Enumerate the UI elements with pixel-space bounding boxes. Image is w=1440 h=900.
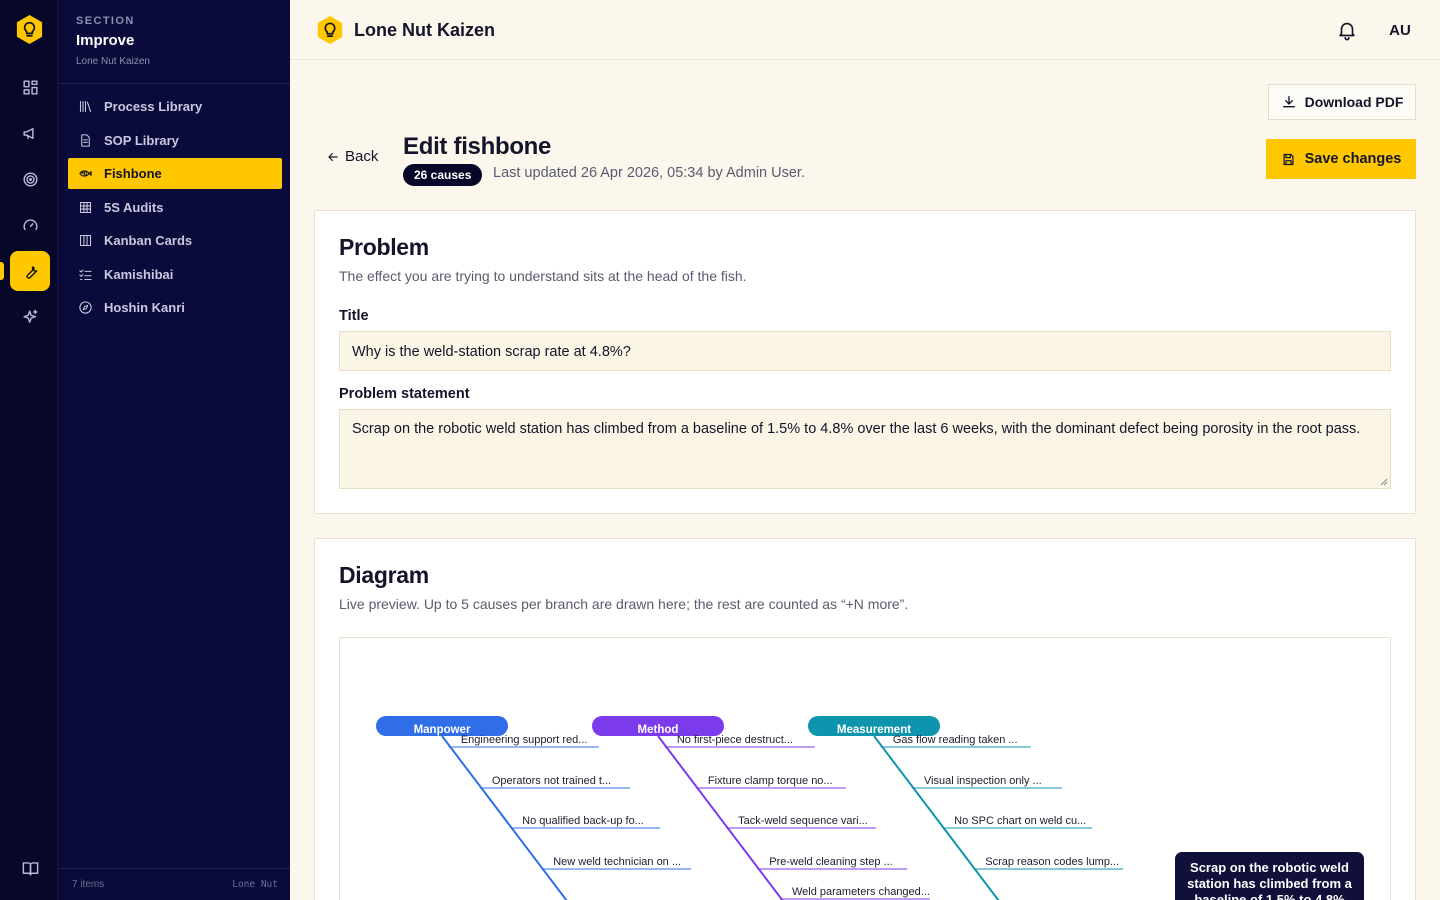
lightbulb-logo[interactable] (14, 14, 45, 45)
sidebar-item-label: 5S Audits (104, 199, 164, 215)
sidebar-item-process-library[interactable]: Process Library (68, 91, 282, 122)
back-button[interactable]: Back (326, 148, 378, 165)
sidebar-item-kamishibai[interactable]: Kamishibai (68, 259, 282, 290)
last-updated-text: Last updated 26 Apr 2026, 05:34 by Admin… (493, 165, 805, 181)
sidebar-footer: 7 items Lone Nut (58, 868, 290, 900)
branch-label-method: Method (638, 724, 679, 736)
cause-text: Pre-weld cleaning step ... (769, 856, 893, 868)
download-pdf-button[interactable]: Download PDF (1268, 84, 1416, 120)
table-icon (79, 201, 92, 213)
diagram-card: Diagram Live preview. Up to 5 causes per… (314, 538, 1416, 900)
grid-icon[interactable] (10, 67, 50, 107)
active-marker (0, 262, 4, 280)
save-changes-button[interactable]: Save changes (1266, 139, 1416, 179)
sidebar-nav: Process Library SOP Library Fishbone 5S … (58, 84, 290, 323)
problem-statement-textarea[interactable]: Scrap on the robotic weld station has cl… (339, 409, 1391, 489)
avatar[interactable]: AU (1380, 15, 1420, 45)
problem-statement-label: Problem statement (339, 386, 470, 402)
cause-text: Fixture clamp torque no... (708, 775, 833, 787)
wrench-icon[interactable] (10, 251, 50, 291)
sidebar-item-label: Kamishibai (104, 266, 174, 282)
lightbulb-logo[interactable] (315, 15, 345, 45)
sidebar-item-kanban-cards[interactable]: Kanban Cards (68, 225, 282, 256)
problem-card: Problem The effect you are trying to und… (314, 210, 1416, 514)
sidebar-item-fishbone[interactable]: Fishbone (68, 158, 282, 189)
cause-text: Gas flow reading taken ... (893, 734, 1018, 746)
cause-text: Engineering support red... (461, 734, 588, 746)
cause-text: Operators not trained t... (492, 775, 611, 787)
columns-icon (79, 234, 92, 247)
diagram-heading: Diagram (339, 562, 429, 588)
fishbone-diagram: Manpower Engineering support red... Operat… (339, 637, 1391, 900)
sidebar-item-sop-library[interactable]: SOP Library (68, 125, 282, 156)
cause-text: Visual inspection only ... (924, 775, 1042, 787)
fish-icon (79, 170, 92, 177)
section-title: Improve (76, 32, 135, 49)
arrow-left-icon (328, 152, 338, 161)
section-label: SECTION (76, 15, 135, 27)
problem-heading: Problem (339, 234, 429, 260)
save-icon (1283, 153, 1294, 165)
section-subtitle: Lone Nut Kaizen (76, 56, 150, 67)
cause-text: New weld technician on ... (553, 856, 681, 868)
title-label: Title (339, 308, 369, 324)
back-label: Back (345, 148, 379, 165)
gauge-icon[interactable] (10, 205, 50, 245)
page-title: Edit fishbone (403, 133, 552, 160)
icon-rail (0, 0, 58, 900)
megaphone-icon[interactable] (10, 113, 50, 153)
sidebar-item-label: Fishbone (104, 166, 162, 181)
cause-text: No first-piece destruct... (677, 734, 793, 746)
top-bar: Lone Nut Kaizen AU (290, 0, 1440, 60)
footer-brand: Lone Nut (232, 879, 278, 890)
sidebar-item-label: Process Library (104, 99, 203, 114)
library-icon (79, 100, 92, 113)
resize-handle-icon[interactable] (1380, 478, 1388, 486)
cause-text: Weld parameters changed... (792, 886, 930, 898)
brand-name[interactable]: Lone Nut Kaizen (354, 20, 495, 41)
sidebar-item-label: SOP Library (104, 132, 179, 148)
sidebar-item-label: Hoshin Kanri (104, 300, 185, 315)
sparkles-icon[interactable] (10, 297, 50, 337)
download-pdf-label: Download PDF (1304, 94, 1404, 110)
cause-text: No SPC chart on weld cu... (954, 815, 1086, 827)
checklist-icon (79, 269, 92, 280)
compass-icon (79, 301, 92, 314)
download-icon (1282, 96, 1295, 108)
document-icon (81, 133, 90, 147)
problem-description: The effect you are trying to understand … (339, 268, 747, 284)
bell-icon[interactable] (1336, 19, 1358, 41)
sidebar-item-label: Kanban Cards (104, 233, 193, 248)
sidebar-item-hoshin-kanri[interactable]: Hoshin Kanri (68, 292, 282, 323)
problem-statement-text: Scrap on the robotic weld station has cl… (352, 421, 1361, 437)
sidebar-header: SECTION Improve Lone Nut Kaizen (58, 0, 290, 84)
cause-text: Tack-weld sequence vari... (738, 815, 868, 827)
diagram-description: Live preview. Up to 5 causes per branch … (339, 596, 909, 612)
item-count: 7 items (72, 879, 105, 890)
title-input[interactable]: Why is the weld-station scrap rate at 4.… (339, 331, 1391, 371)
cause-text: Scrap reason codes lump... (985, 856, 1119, 868)
target-icon[interactable] (10, 159, 50, 199)
cause-text: No qualified back-up fo... (522, 815, 644, 827)
fishbone-effect-head: Scrap on the robotic weld station has cl… (1175, 852, 1364, 900)
book-icon[interactable] (10, 848, 50, 888)
causes-badge: 26 causes (403, 164, 483, 186)
sidebar-item-5s-audits[interactable]: 5S Audits (68, 192, 282, 223)
save-changes-label: Save changes (1304, 151, 1402, 167)
sidebar: SECTION Improve Lone Nut Kaizen Process … (58, 0, 290, 900)
